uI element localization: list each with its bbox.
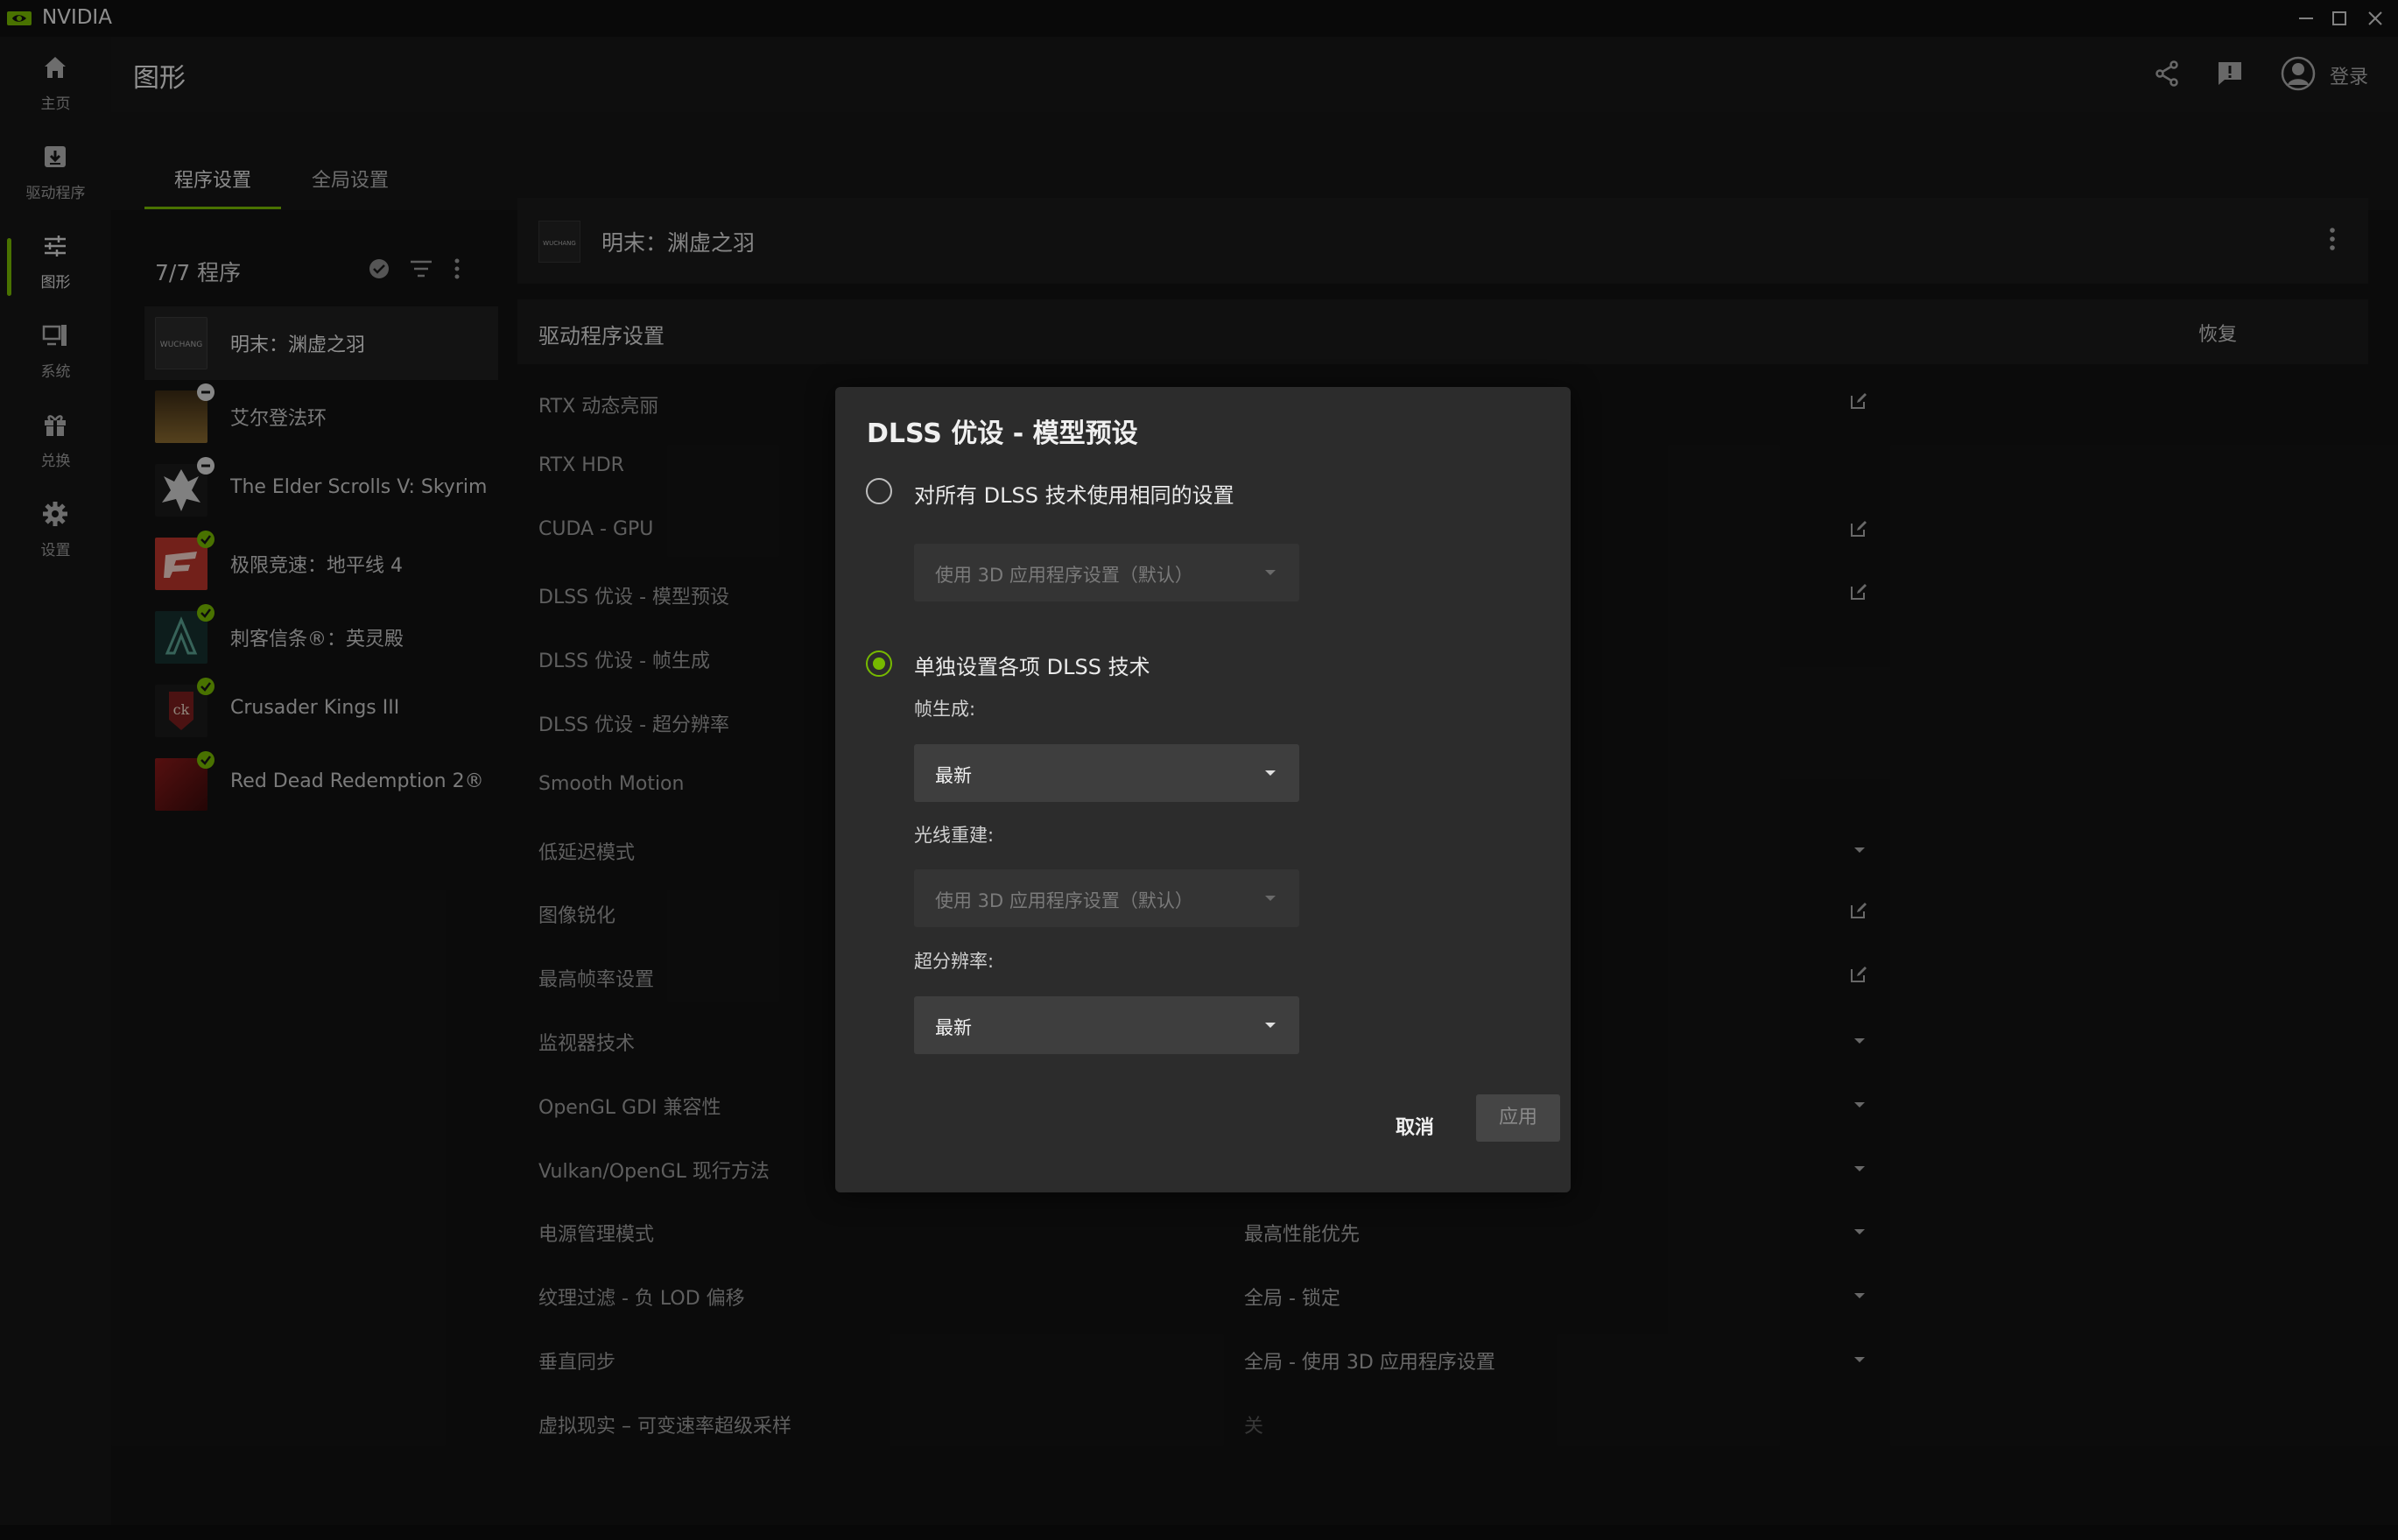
dialog-title: DLSS 优设 - 模型预设 xyxy=(867,418,1138,449)
chevron-down-icon xyxy=(1265,896,1276,901)
select-value: 最新 xyxy=(935,765,972,786)
frame-gen-label: 帧生成: xyxy=(914,699,976,720)
chevron-down-icon xyxy=(1265,1023,1276,1028)
radio-individual-settings[interactable] xyxy=(866,650,892,677)
apply-button[interactable]: 应用 xyxy=(1476,1094,1560,1142)
select-value: 使用 3D 应用程序设置（默认） xyxy=(935,565,1193,586)
radio-same-settings[interactable] xyxy=(866,478,892,504)
cancel-button[interactable]: 取消 xyxy=(1396,1112,1434,1140)
chevron-down-icon xyxy=(1265,570,1276,575)
super-res-label: 超分辨率: xyxy=(914,951,995,972)
select-value: 最新 xyxy=(935,1017,972,1038)
chevron-down-icon xyxy=(1265,770,1276,776)
ray-recon-label: 光线重建: xyxy=(914,825,995,846)
frame-gen-select[interactable]: 最新 xyxy=(914,744,1299,802)
super-res-select[interactable]: 最新 xyxy=(914,996,1299,1054)
dlss-preset-dialog: DLSS 优设 - 模型预设 对所有 DLSS 技术使用相同的设置 使用 3D … xyxy=(835,387,1571,1192)
radio-same-settings-label[interactable]: 对所有 DLSS 技术使用相同的设置 xyxy=(914,478,1234,509)
select-value: 使用 3D 应用程序设置（默认） xyxy=(935,890,1193,911)
ray-recon-select: 使用 3D 应用程序设置（默认） xyxy=(914,869,1299,927)
same-settings-select: 使用 3D 应用程序设置（默认） xyxy=(914,544,1299,601)
radio-individual-settings-label[interactable]: 单独设置各项 DLSS 技术 xyxy=(914,650,1150,680)
